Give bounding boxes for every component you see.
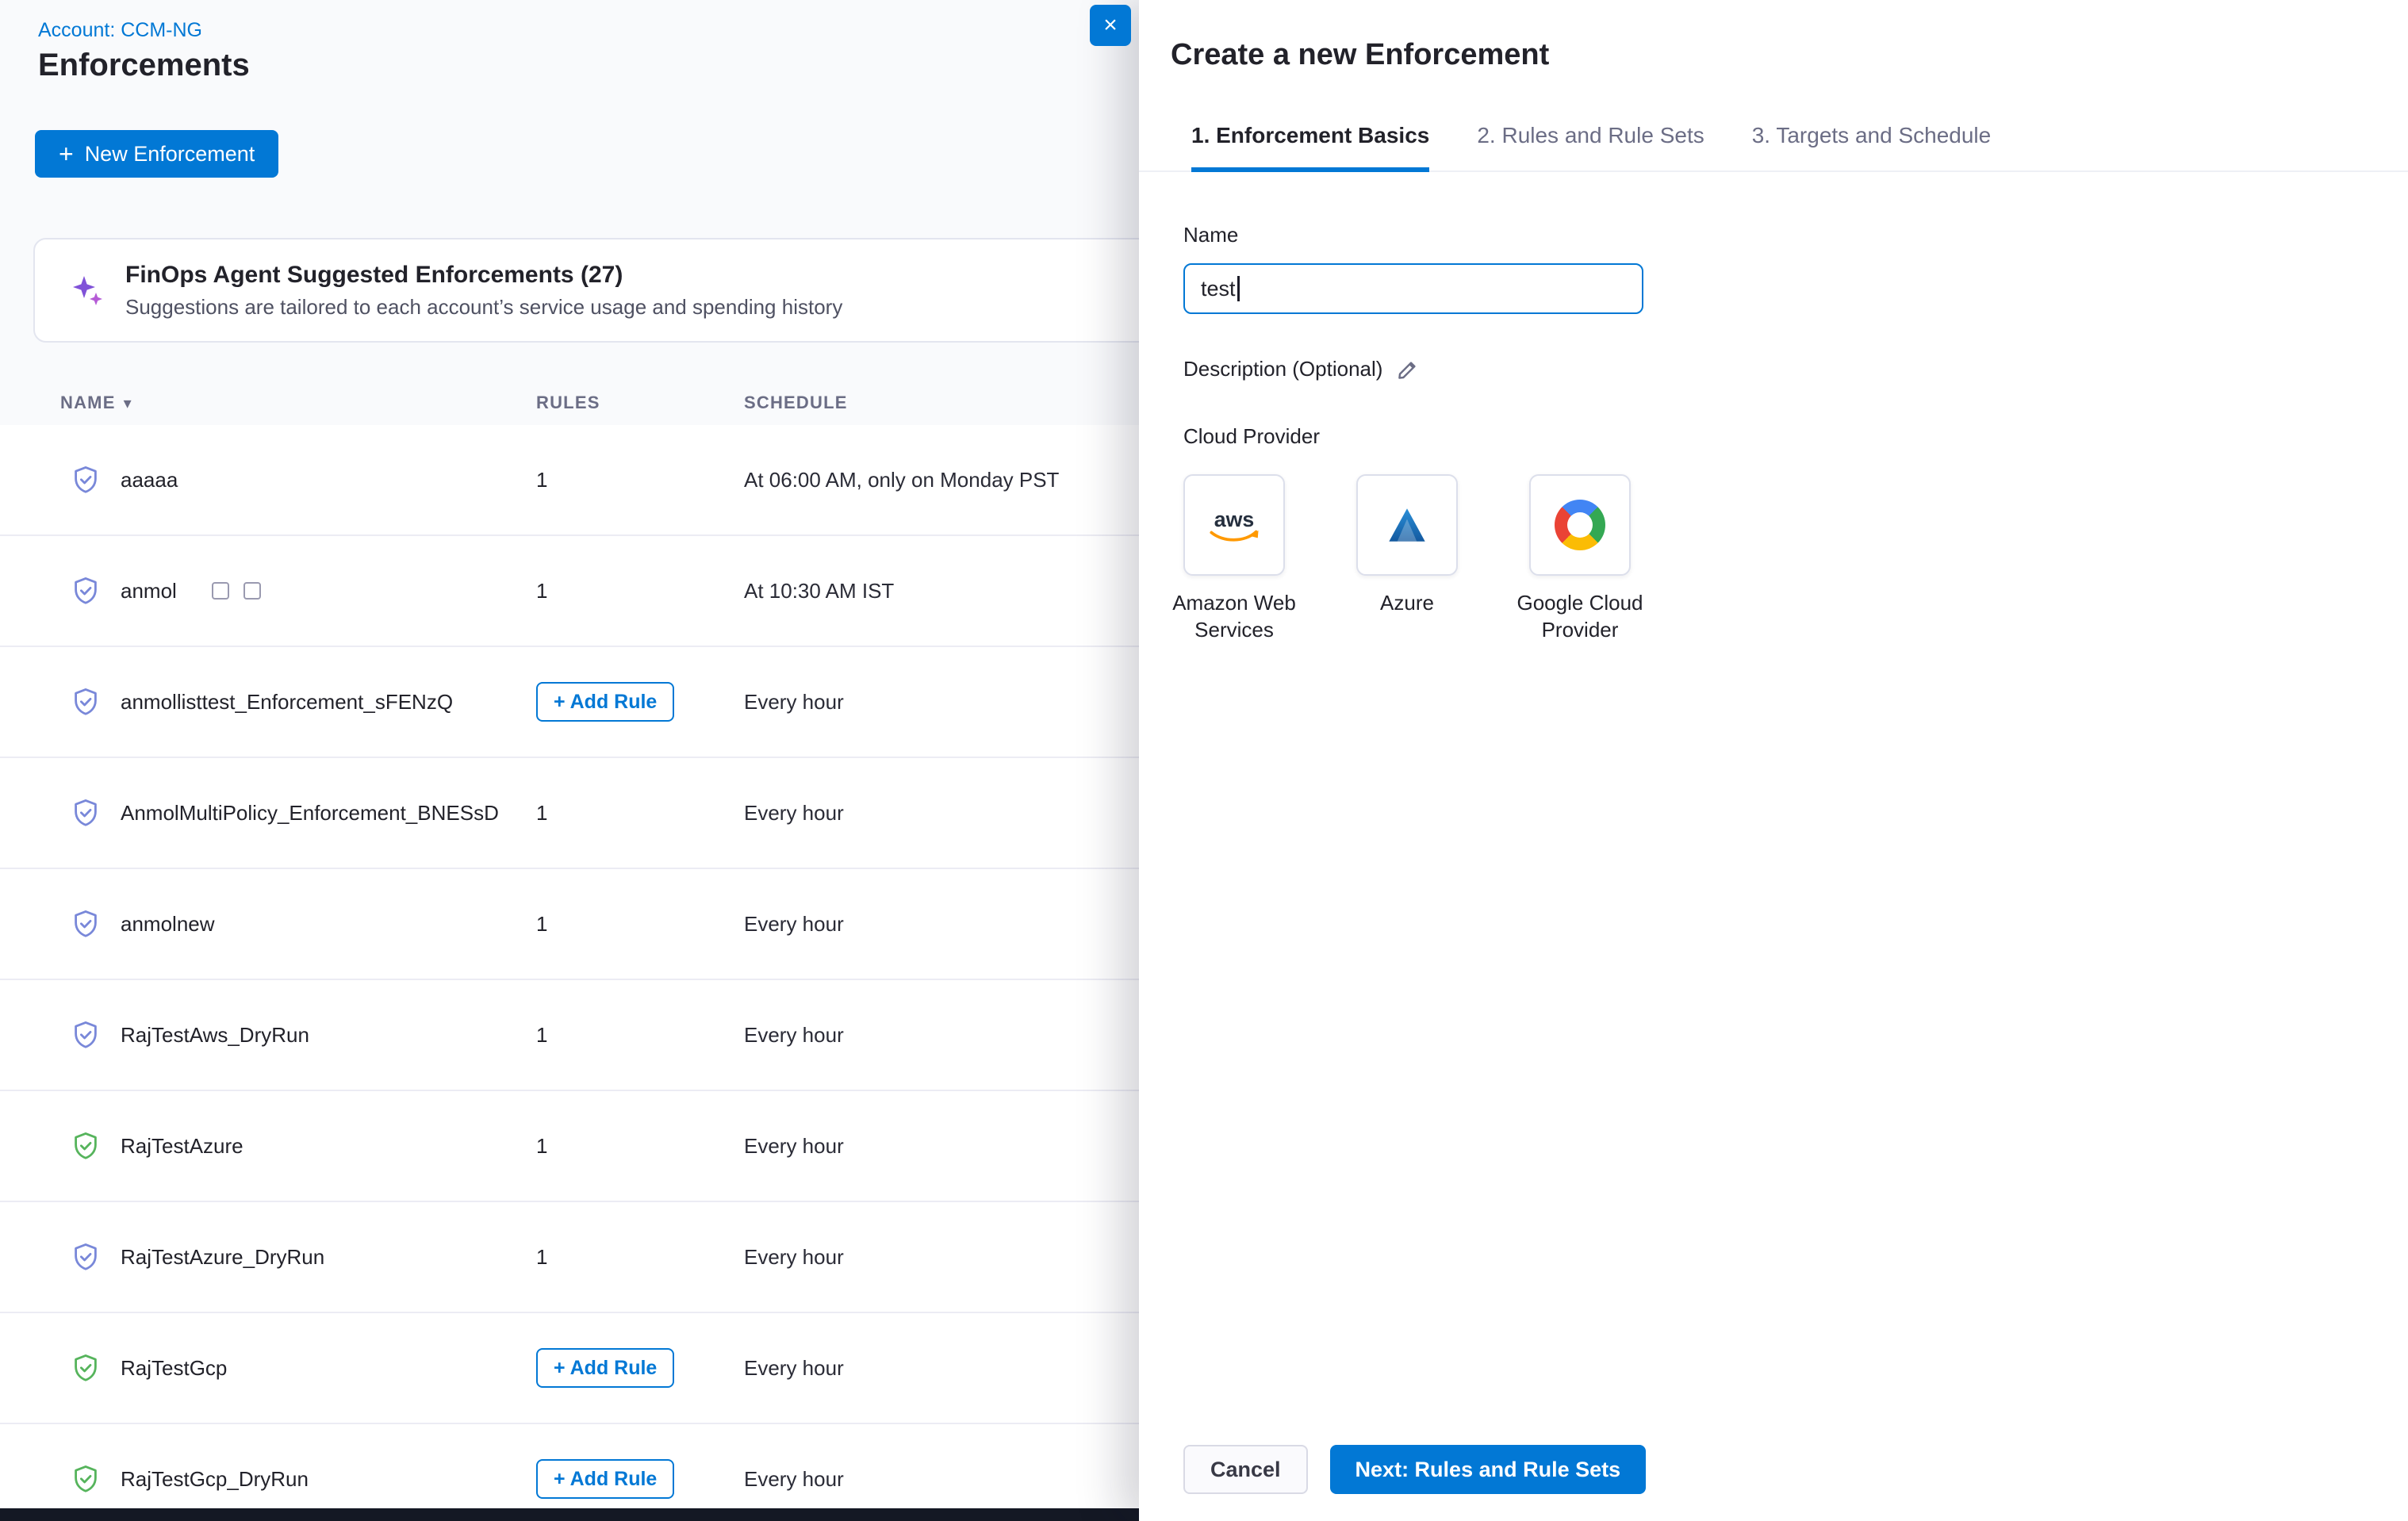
name-input[interactable]: test: [1183, 263, 1643, 314]
rules-count: 1: [536, 912, 547, 936]
screen: Account: CCM-NG Enforcements + New Enfor…: [0, 0, 2408, 1521]
drawer-title: Create a new Enforcement: [1171, 38, 2408, 72]
enforcement-name: anmol: [121, 579, 177, 603]
rules-count: 1: [536, 1134, 547, 1158]
next-button[interactable]: Next: Rules and Rule Sets: [1330, 1445, 1647, 1494]
provider-azure[interactable]: Azure: [1356, 474, 1458, 649]
new-enforcement-label: New Enforcement: [85, 142, 255, 167]
rules-count: 1: [536, 1023, 547, 1047]
rules-cell: 1: [523, 1245, 731, 1270]
shield-check-icon: [70, 1352, 102, 1384]
edit-pencil-icon[interactable]: [1397, 358, 1419, 381]
add-rule-button[interactable]: + Add Rule: [536, 1348, 674, 1388]
description-label: Description (Optional): [1183, 357, 1382, 381]
rules-cell: 1: [523, 468, 731, 492]
provider-gcp-label: Google Cloud Provider: [1485, 590, 1675, 644]
sort-icon[interactable]: ▾: [124, 393, 132, 413]
name-label: Name: [1183, 223, 2408, 247]
add-rule-button[interactable]: + Add Rule: [536, 1459, 674, 1499]
badge-icon: [243, 582, 261, 600]
rules-count: 1: [536, 801, 547, 825]
text-caret: [1237, 276, 1240, 301]
azure-logo-icon: [1380, 500, 1434, 550]
page-bottom-bar: [0, 1508, 1139, 1521]
new-enforcement-button[interactable]: + New Enforcement: [35, 130, 278, 178]
enforcement-name: RajTestGcp_DryRun: [121, 1467, 309, 1492]
rules-count: 1: [536, 468, 547, 492]
cancel-button[interactable]: Cancel: [1183, 1445, 1308, 1494]
provider-azure-label: Azure: [1312, 590, 1502, 617]
row-badges: [212, 582, 261, 600]
shield-check-icon: [70, 686, 102, 718]
provider-gcp[interactable]: Google Cloud Provider: [1529, 474, 1631, 649]
sparkle-icon: [70, 273, 105, 308]
enforcement-name: aaaaa: [121, 468, 178, 492]
create-enforcement-drawer: × Create a new Enforcement 1. Enforcemen…: [1139, 0, 2408, 1521]
enforcement-name: anmollisttest_Enforcement_sFENzQ: [121, 690, 453, 715]
plus-icon: +: [59, 141, 74, 167]
rules-cell: 1: [523, 579, 731, 603]
enforcement-name: RajTestAzure_DryRun: [121, 1245, 324, 1270]
banner-subtitle: Suggestions are tailored to each account…: [125, 295, 842, 320]
rules-cell: + Add Rule: [523, 1348, 731, 1388]
rules-cell: 1: [523, 801, 731, 826]
tab-rules-and-rule-sets[interactable]: 2. Rules and Rule Sets: [1477, 123, 1704, 172]
provider-aws[interactable]: aws Amazon Web Services: [1183, 474, 1285, 649]
shield-check-icon: [70, 1019, 102, 1051]
enforcement-name: RajTestGcp: [121, 1356, 227, 1381]
enforcement-name: AnmolMultiPolicy_Enforcement_BNESsD: [121, 801, 499, 826]
shield-check-icon: [70, 797, 102, 829]
shield-check-icon: [70, 575, 102, 607]
close-icon[interactable]: ×: [1090, 5, 1131, 46]
add-rule-button[interactable]: + Add Rule: [536, 682, 674, 722]
column-rules: RULES: [523, 393, 731, 413]
svg-text:aws: aws: [1214, 508, 1255, 531]
shield-check-icon: [70, 1463, 102, 1495]
name-input-value: test: [1201, 277, 1236, 301]
wizard-tabs: 1. Enforcement Basics 2. Rules and Rule …: [1139, 123, 2408, 172]
rules-cell: 1: [523, 912, 731, 937]
shield-check-icon: [70, 908, 102, 940]
badge-icon: [212, 582, 229, 600]
drawer-footer: Cancel Next: Rules and Rule Sets: [1183, 1445, 1646, 1494]
shield-check-icon: [70, 1130, 102, 1162]
gcp-logo-icon: [1555, 500, 1605, 550]
account-breadcrumb[interactable]: Account: CCM-NG: [38, 19, 202, 42]
enforcement-name: anmolnew: [121, 912, 215, 937]
provider-aws-label: Amazon Web Services: [1139, 590, 1329, 644]
enforcement-name: RajTestAws_DryRun: [121, 1023, 309, 1048]
cloud-provider-options: aws Amazon Web Services: [1183, 474, 2408, 649]
banner-title: FinOps Agent Suggested Enforcements (27): [125, 262, 842, 289]
cloud-provider-label: Cloud Provider: [1183, 424, 2408, 449]
rules-cell: + Add Rule: [523, 682, 731, 722]
column-name[interactable]: NAME: [60, 393, 116, 413]
enforcement-basics-form: Name test Description (Optional) Cloud P…: [1139, 223, 2408, 649]
rules-count: 1: [536, 1245, 547, 1269]
page-title: Enforcements: [38, 48, 250, 83]
tab-targets-and-schedule[interactable]: 3. Targets and Schedule: [1752, 123, 1991, 172]
rules-cell: 1: [523, 1023, 731, 1048]
tab-enforcement-basics[interactable]: 1. Enforcement Basics: [1191, 123, 1429, 172]
aws-logo-icon: aws: [1201, 503, 1267, 547]
shield-check-icon: [70, 1241, 102, 1273]
shield-check-icon: [70, 464, 102, 496]
rules-cell: 1: [523, 1134, 731, 1159]
enforcement-name: RajTestAzure: [121, 1134, 243, 1159]
rules-count: 1: [536, 579, 547, 603]
rules-cell: + Add Rule: [523, 1459, 731, 1499]
